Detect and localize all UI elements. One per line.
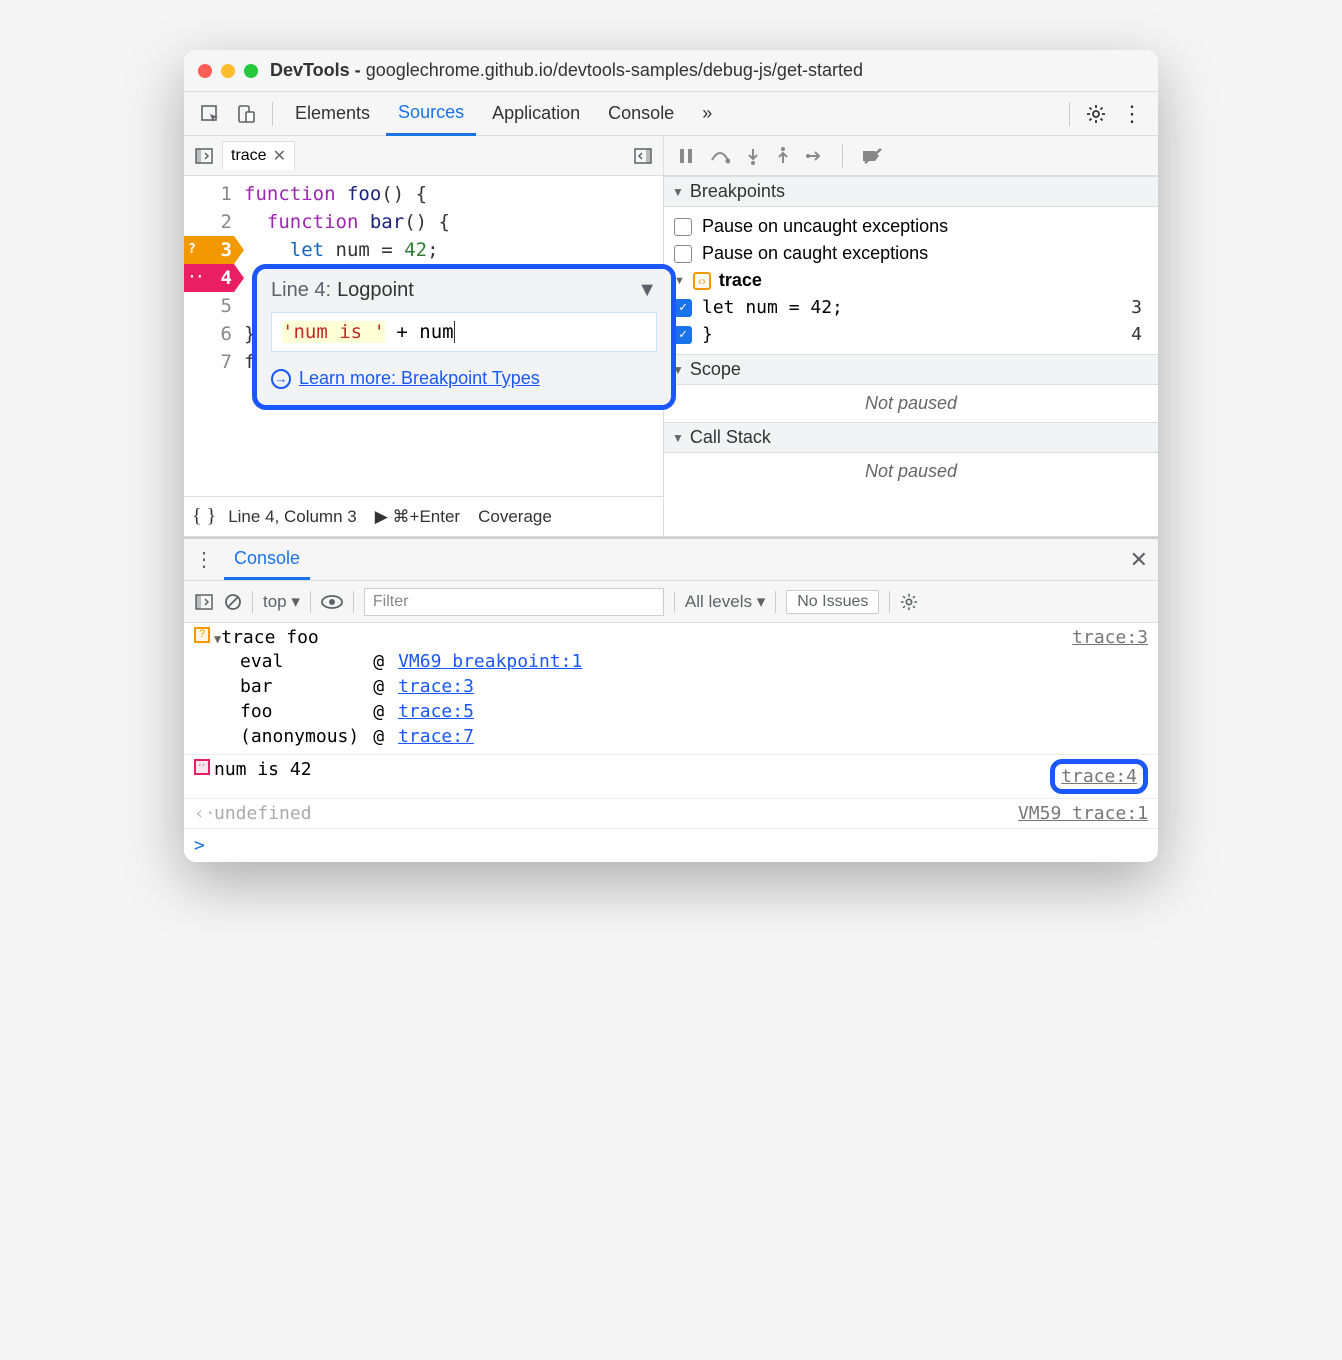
log-levels-select[interactable]: All levels ▾ [685,592,765,612]
deactivate-breakpoints-icon[interactable] [861,147,883,165]
main-split: 1function foo() {2 function bar() {?3 le… [184,176,1158,537]
logpoint-editor: Line 4: Logpoint ▼ 'num is ' + num → Lea… [252,264,676,410]
drawer-tab-console[interactable]: Console [224,540,310,580]
file-tab-trace[interactable]: trace ✕ [222,141,295,170]
logpoint-marker-icon [194,759,210,775]
pretty-print-button[interactable]: { } [192,505,216,528]
debugger-toggle-icon[interactable] [633,146,653,166]
debugger-sidebar: ▼Breakpoints Pause on uncaught exception… [664,176,1158,536]
logpoint-marker-icon [194,627,210,643]
step-out-icon[interactable] [776,147,790,165]
breakpoint-group[interactable]: ▼‹›trace [674,267,1148,294]
tab-application[interactable]: Application [480,93,592,134]
logpoint-type-select[interactable]: Logpoint [337,279,414,302]
console-message-log: num is 42 trace:4 [184,755,1158,799]
console-sidebar-toggle-icon[interactable] [194,592,214,612]
context-select[interactable]: top ▾ [263,592,300,612]
tab-console[interactable]: Console [596,93,686,134]
drawer-more-icon[interactable]: ⋮ [194,547,214,572]
window-title: DevTools - googlechrome.github.io/devtoo… [270,60,863,81]
console-output: ▼trace foo eval@VM69 breakpoint:1bar@tra… [184,623,1158,862]
traffic-lights [198,64,258,78]
device-toggle-icon[interactable] [230,98,262,130]
breakpoint-item[interactable]: ✓let num = 42;3 [674,294,1148,321]
settings-icon[interactable] [1080,98,1112,130]
logpoint-line-label: Line 4: [271,279,331,302]
tab-sources[interactable]: Sources [386,92,476,136]
drawer: ⋮ Console ✕ top ▾ Filter All levels ▾ No… [184,537,1158,862]
tabs-overflow[interactable]: » [690,93,724,134]
tab-elements[interactable]: Elements [283,93,382,134]
scope-section-header[interactable]: ▼Scope [664,354,1158,385]
more-menu-icon[interactable]: ⋮ [1116,98,1148,130]
sources-subtabs: trace ✕ [184,136,1158,176]
titlebar: DevTools - googlechrome.github.io/devtoo… [184,50,1158,92]
callstack-not-paused: Not paused [664,453,1158,490]
cursor-position: Line 4, Column 3 [228,507,357,527]
pause-caught-toggle[interactable]: Pause on caught exceptions [674,240,1148,267]
editor-pane: 1function foo() {2 function bar() {?3 le… [184,176,664,536]
console-message-return: ‹· undefined VM59 trace:1 [184,799,1158,829]
step-over-icon[interactable] [710,148,730,164]
step-icon[interactable] [806,149,824,163]
step-into-icon[interactable] [746,147,760,165]
run-snippet[interactable]: ▶ ⌘+Enter [375,507,460,527]
close-file-icon[interactable]: ✕ [273,146,286,166]
info-arrow-icon: → [271,369,291,389]
stack-trace-table: eval@VM69 breakpoint:1bar@trace:3foo@tra… [214,648,590,750]
issues-button[interactable]: No Issues [786,590,879,614]
drawer-close-icon[interactable]: ✕ [1130,547,1148,573]
live-expression-icon[interactable] [321,595,343,609]
logpoint-expression-input[interactable]: 'num is ' + num [271,312,657,352]
pause-uncaught-toggle[interactable]: Pause on uncaught exceptions [674,213,1148,240]
callstack-section-header[interactable]: ▼Call Stack [664,422,1158,453]
source-link[interactable]: trace:3 [1072,627,1148,648]
breakpoints-section-header[interactable]: ▼Breakpoints [664,176,1158,207]
close-window-button[interactable] [198,64,212,78]
source-link[interactable]: VM59 trace:1 [1018,803,1148,824]
console-toolbar: top ▾ Filter All levels ▾ No Issues [184,581,1158,623]
chevron-down-icon[interactable]: ▼ [637,279,657,302]
file-tab-name: trace [231,147,267,165]
console-message-trace: ▼trace foo eval@VM69 breakpoint:1bar@tra… [184,623,1158,755]
console-settings-icon[interactable] [900,593,918,611]
inspect-icon[interactable] [194,98,226,130]
source-link-highlighted[interactable]: trace:4 [1050,759,1148,794]
coverage-label[interactable]: Coverage [478,507,552,527]
navigator-toggle-icon[interactable] [194,146,214,166]
breakpoint-item[interactable]: ✓}4 [674,321,1148,348]
pause-button[interactable] [678,148,694,164]
maximize-window-button[interactable] [244,64,258,78]
devtools-window: DevTools - googlechrome.github.io/devtoo… [184,50,1158,862]
minimize-window-button[interactable] [221,64,235,78]
console-filter-input[interactable]: Filter [364,588,664,616]
scope-not-paused: Not paused [664,385,1158,422]
clear-console-icon[interactable] [224,593,242,611]
debugger-toolbar [664,145,897,167]
panel-tabstrip: Elements Sources Application Console » ⋮ [184,92,1158,136]
learn-more-link[interactable]: Learn more: Breakpoint Types [299,368,540,389]
console-prompt[interactable]: > [184,829,1158,862]
editor-statusbar: { } Line 4, Column 3 ▶ ⌘+Enter Coverage [184,496,663,536]
